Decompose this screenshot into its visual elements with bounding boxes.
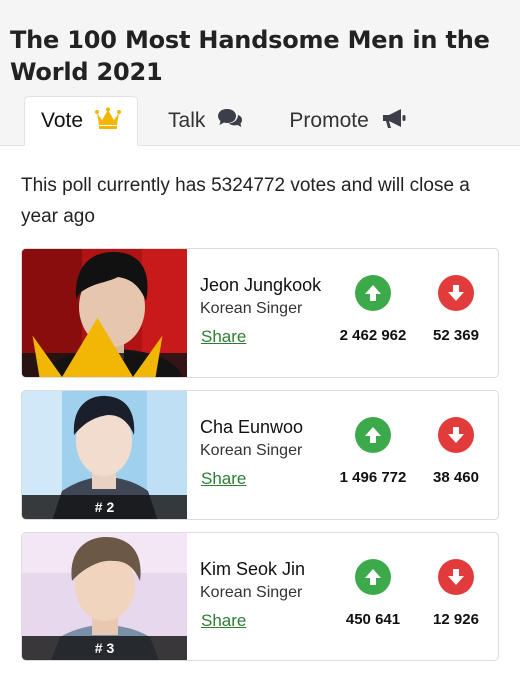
candidate-photo[interactable]: # 3	[22, 533, 187, 660]
candidate-name: Kim Seok Jin	[200, 559, 306, 579]
candidate-name: Cha Eunwoo	[200, 417, 304, 437]
crown-icon	[95, 107, 122, 135]
arrow-up-icon	[365, 285, 381, 301]
arrow-down-icon	[448, 427, 464, 443]
downvote-count: 52 369	[433, 327, 479, 344]
tab-label: Vote	[41, 109, 84, 132]
candidate-name: Jeon Jungkook	[200, 275, 322, 295]
upvote-count: 2 462 962	[339, 327, 407, 344]
rank-badge: # 2	[22, 495, 187, 519]
share-link[interactable]: Share	[201, 611, 246, 631]
rank-label: # 3	[94, 640, 115, 656]
share-link[interactable]: Share	[201, 469, 246, 489]
downvote-button[interactable]	[438, 417, 474, 453]
arrow-down-icon	[448, 285, 464, 301]
rank-badge: # 3	[22, 636, 187, 660]
crown-icon	[22, 300, 180, 377]
share-link[interactable]: Share	[201, 327, 246, 347]
arrow-down-icon	[448, 569, 464, 585]
upvote-button[interactable]	[355, 275, 391, 311]
tab-talk[interactable]: Talk	[152, 96, 259, 146]
candidate-role: Korean Singer	[200, 300, 303, 317]
arrow-up-icon	[365, 569, 381, 585]
candidate-role: Korean Singer	[200, 442, 303, 459]
candidate-card: # 3 Kim Seok Jin Korean Singer Share 450…	[21, 532, 499, 661]
tab-label: Promote	[289, 109, 369, 132]
page-header: The 100 Most Handsome Men in the World 2…	[0, 0, 520, 146]
downvote-count: 12 926	[433, 611, 479, 628]
downvote-count: 38 460	[433, 469, 479, 486]
candidate-photo[interactable]: # 2	[22, 391, 187, 519]
tab-promote[interactable]: Promote	[273, 96, 422, 146]
upvote-count: 1 496 772	[339, 469, 407, 486]
page-title: The 100 Most Handsome Men in the World 2…	[10, 26, 490, 86]
tab-label: Talk	[168, 109, 206, 132]
candidate-list: # 1 Jeon Jungkook Korean Singer Share 2 …	[21, 248, 499, 673]
upvote-button[interactable]	[355, 417, 391, 453]
downvote-button[interactable]	[438, 559, 474, 595]
upvote-count: 450 641	[345, 611, 401, 628]
candidate-photo[interactable]: # 1	[22, 249, 187, 377]
candidate-role: Korean Singer	[200, 584, 303, 601]
downvote-button[interactable]	[438, 275, 474, 311]
candidate-card: # 2 Cha Eunwoo Korean Singer Share 1 496…	[21, 390, 499, 520]
arrow-up-icon	[365, 427, 381, 443]
tab-bar: Vote Talk Promote	[24, 96, 423, 146]
megaphone-icon	[381, 107, 407, 135]
tab-vote[interactable]: Vote	[24, 96, 139, 146]
rank-label: # 2	[94, 499, 115, 515]
poll-info: This poll currently has 5324772 votes an…	[21, 175, 470, 227]
candidate-card: # 1 Jeon Jungkook Korean Singer Share 2 …	[21, 248, 499, 378]
upvote-button[interactable]	[355, 559, 391, 595]
rank-badge: # 1	[22, 317, 187, 377]
comments-icon	[217, 107, 243, 135]
